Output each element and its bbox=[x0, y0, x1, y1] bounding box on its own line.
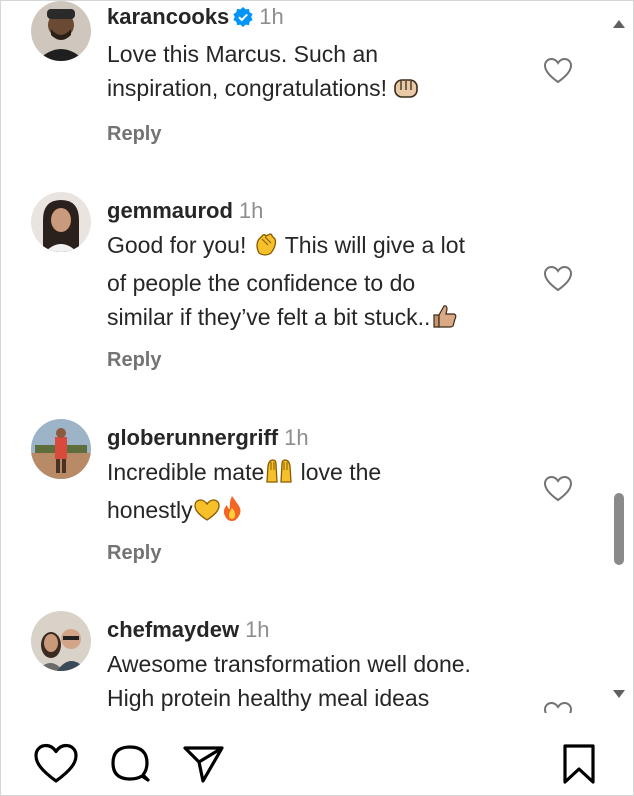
avatar[interactable] bbox=[31, 611, 91, 671]
like-comment-button[interactable] bbox=[543, 701, 573, 713]
comment-text: Good for you! This will give a lot of pe… bbox=[107, 228, 537, 338]
comments-list[interactable]: karancooks 1h Love this Marcus. Such an i… bbox=[1, 1, 605, 713]
scroll-down-arrow-icon[interactable] bbox=[611, 687, 627, 705]
comment-line: This will give a lot bbox=[284, 232, 465, 258]
comment-text: Love this Marcus. Such an inspiration, c… bbox=[107, 37, 537, 109]
reply-button[interactable]: Reply bbox=[107, 349, 161, 372]
comments-panel: karancooks 1h Love this Marcus. Such an i… bbox=[0, 0, 634, 796]
comment-text: Awesome transformation well done. High p… bbox=[107, 647, 537, 713]
share-icon[interactable] bbox=[181, 743, 227, 790]
comment-username[interactable]: karancooks bbox=[107, 4, 229, 29]
like-comment-button[interactable] bbox=[543, 475, 573, 508]
comment-body: gemmaurod 1h Good for you! This will give… bbox=[107, 198, 537, 338]
clapping-hands-emoji-icon bbox=[253, 231, 279, 266]
comment-line: love the bbox=[300, 459, 382, 485]
heart-icon[interactable] bbox=[33, 743, 79, 790]
verified-badge-icon bbox=[233, 7, 253, 33]
comment-time: 1h bbox=[245, 617, 270, 642]
comment-body: karancooks 1h Love this Marcus. Such an i… bbox=[107, 4, 537, 109]
scroll-up-arrow-icon[interactable] bbox=[611, 17, 627, 35]
comment-time: 1h bbox=[238, 198, 264, 223]
like-comment-button[interactable] bbox=[543, 265, 573, 298]
fist-emoji-icon bbox=[393, 75, 419, 109]
scrollbar-thumb[interactable] bbox=[614, 493, 624, 565]
comment-time: 1h bbox=[259, 4, 284, 29]
comment-line: of people the confidence to do bbox=[107, 270, 416, 296]
comment-text: Incredible mate love the honestly bbox=[107, 455, 537, 531]
comment-line: Love this Marcus. Such an bbox=[107, 41, 379, 67]
comment-line: inspiration, congratulations! bbox=[107, 75, 387, 101]
comment-line: Awesome transformation well done. bbox=[107, 651, 471, 677]
comment-line: Incredible mate bbox=[107, 459, 265, 485]
comment-time: 1h bbox=[284, 425, 309, 450]
avatar[interactable] bbox=[31, 192, 91, 252]
comment-line: High protein healthy meal ideas bbox=[107, 685, 430, 711]
reply-button[interactable]: Reply bbox=[107, 123, 161, 146]
avatar[interactable] bbox=[31, 419, 91, 479]
comment-body: chefmaydew 1h Awesome transformation well… bbox=[107, 617, 537, 713]
comment-username[interactable]: gemmaurod bbox=[107, 198, 233, 223]
thumbs-up-emoji-icon bbox=[430, 303, 458, 338]
comment-username[interactable]: chefmaydew bbox=[107, 617, 239, 642]
vertical-scrollbar[interactable] bbox=[605, 1, 633, 713]
comment-icon[interactable] bbox=[107, 743, 153, 790]
comment-line: similar if they’ve felt a bit stuck.. bbox=[107, 304, 431, 330]
comment-body: globerunnergriff 1h Incredible mate love … bbox=[107, 425, 537, 531]
post-action-bar bbox=[1, 713, 633, 795]
comment-line: Good for you! bbox=[107, 232, 247, 258]
fire-emoji-icon bbox=[221, 494, 243, 531]
avatar[interactable] bbox=[31, 1, 91, 61]
reply-button[interactable]: Reply bbox=[107, 542, 161, 565]
yellow-heart-emoji-icon bbox=[193, 497, 221, 531]
like-comment-button[interactable] bbox=[543, 57, 573, 90]
comment-username[interactable]: globerunnergriff bbox=[107, 425, 278, 450]
bookmark-icon[interactable] bbox=[559, 743, 599, 790]
raising-hands-emoji-icon bbox=[264, 456, 294, 493]
comment-line: honestly bbox=[107, 497, 193, 523]
